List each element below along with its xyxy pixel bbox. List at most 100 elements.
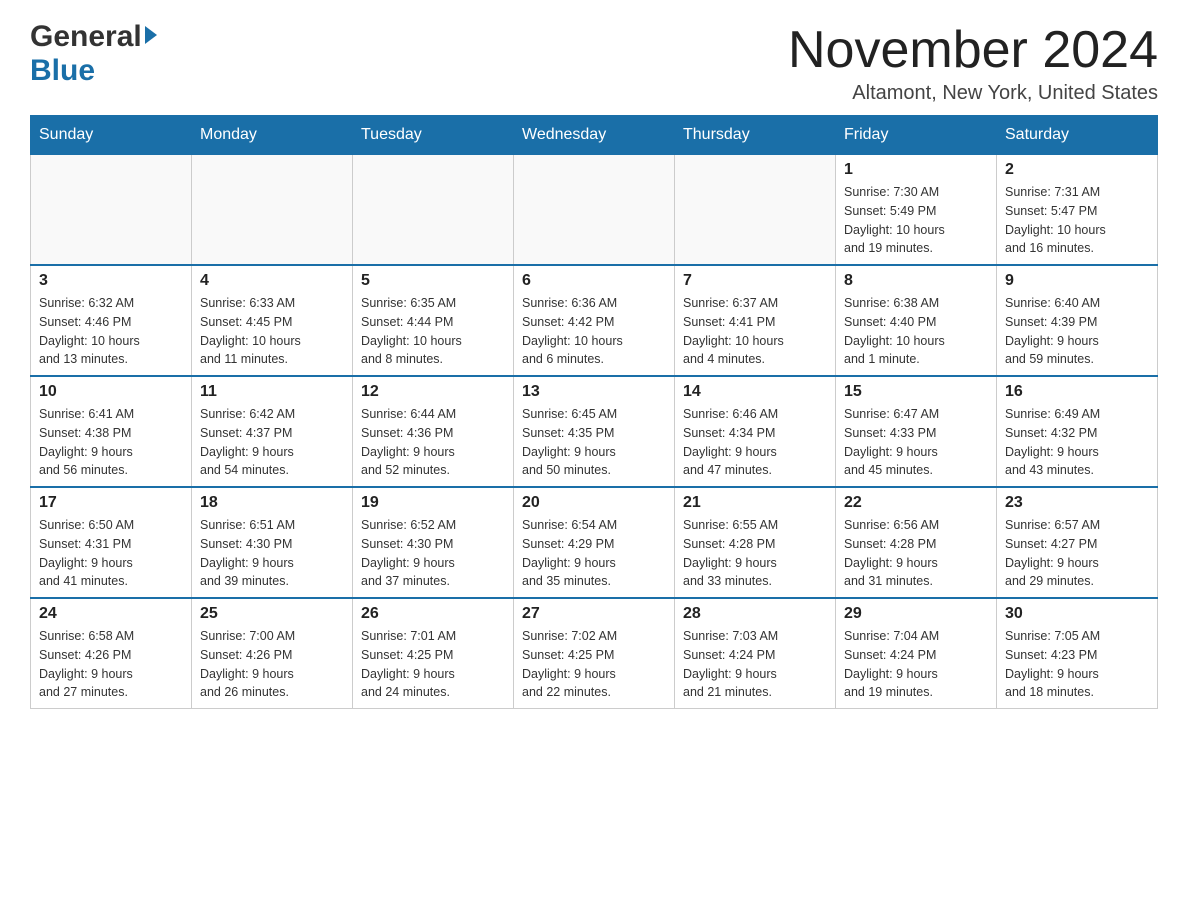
calendar-cell: 14 Sunrise: 6:46 AMSunset: 4:34 PMDayligh…: [675, 376, 836, 487]
day-number: 15: [844, 383, 988, 401]
calendar-body: 1 Sunrise: 7:30 AMSunset: 5:49 PMDaylight…: [31, 155, 1158, 709]
logo-blue-text: Blue: [30, 54, 95, 87]
calendar-cell: 6 Sunrise: 6:36 AMSunset: 4:42 PMDaylight…: [514, 265, 675, 376]
weekday-header-thursday: Thursday: [675, 116, 836, 155]
day-number: 10: [39, 383, 183, 401]
calendar-cell: 30Sunrise: 7:05 AMSunset: 4:23 PMDayligh…: [997, 598, 1158, 709]
day-number: 5: [361, 272, 505, 290]
day-number: 12: [361, 383, 505, 401]
logo: General Blue: [30, 20, 157, 88]
day-info: Sunrise: 7:03 AMSunset: 4:24 PMDaylight:…: [683, 627, 827, 702]
day-number: 19: [361, 494, 505, 512]
page-header: General Blue November 2024 Altamont, New…: [30, 20, 1158, 105]
calendar-cell: 1 Sunrise: 7:30 AMSunset: 5:49 PMDaylight…: [836, 155, 997, 266]
calendar-cell: 19 Sunrise: 6:52 AMSunset: 4:30 PMDayligh…: [353, 487, 514, 598]
day-number: 3: [39, 272, 183, 290]
weekday-header-wednesday: Wednesday: [514, 116, 675, 155]
calendar-cell: [675, 155, 836, 266]
calendar-cell: 8 Sunrise: 6:38 AMSunset: 4:40 PMDaylight…: [836, 265, 997, 376]
day-number: 25: [200, 605, 344, 623]
day-number: 1: [844, 161, 988, 179]
day-number: 11: [200, 383, 344, 401]
day-number: 6: [522, 272, 666, 290]
day-info: Sunrise: 6:51 AMSunset: 4:30 PMDaylight:…: [200, 516, 344, 591]
location: Altamont, New York, United States: [788, 82, 1158, 105]
weekday-header-friday: Friday: [836, 116, 997, 155]
day-number: 28: [683, 605, 827, 623]
day-number: 26: [361, 605, 505, 623]
day-info: Sunrise: 6:36 AMSunset: 4:42 PMDaylight:…: [522, 294, 666, 369]
day-number: 20: [522, 494, 666, 512]
day-info: Sunrise: 6:33 AMSunset: 4:45 PMDaylight:…: [200, 294, 344, 369]
weekday-header-saturday: Saturday: [997, 116, 1158, 155]
day-number: 13: [522, 383, 666, 401]
day-number: 24: [39, 605, 183, 623]
day-info: Sunrise: 6:58 AMSunset: 4:26 PMDaylight:…: [39, 627, 183, 702]
day-number: 30: [1005, 605, 1149, 623]
weekday-header-row: SundayMondayTuesdayWednesdayThursdayFrid…: [31, 116, 1158, 155]
day-info: Sunrise: 6:50 AMSunset: 4:31 PMDaylight:…: [39, 516, 183, 591]
day-number: 29: [844, 605, 988, 623]
calendar-cell: 2Sunrise: 7:31 AMSunset: 5:47 PMDaylight…: [997, 155, 1158, 266]
calendar-cell: 9 Sunrise: 6:40 AMSunset: 4:39 PMDaylight…: [997, 265, 1158, 376]
day-info: Sunrise: 6:44 AMSunset: 4:36 PMDaylight:…: [361, 405, 505, 480]
day-info: Sunrise: 6:49 AMSunset: 4:32 PMDaylight:…: [1005, 405, 1149, 480]
calendar-cell: 4 Sunrise: 6:33 AMSunset: 4:45 PMDaylight…: [192, 265, 353, 376]
calendar-cell: 25Sunrise: 7:00 AMSunset: 4:26 PMDayligh…: [192, 598, 353, 709]
calendar-cell: 17Sunrise: 6:50 AMSunset: 4:31 PMDayligh…: [31, 487, 192, 598]
day-info: Sunrise: 6:37 AMSunset: 4:41 PMDaylight:…: [683, 294, 827, 369]
calendar-cell: [192, 155, 353, 266]
day-number: 7: [683, 272, 827, 290]
calendar-cell: 10Sunrise: 6:41 AMSunset: 4:38 PMDayligh…: [31, 376, 192, 487]
calendar-header: SundayMondayTuesdayWednesdayThursdayFrid…: [31, 116, 1158, 155]
calendar-cell: 15 Sunrise: 6:47 AMSunset: 4:33 PMDayligh…: [836, 376, 997, 487]
day-number: 9: [1005, 272, 1149, 290]
calendar-cell: 22Sunrise: 6:56 AMSunset: 4:28 PMDayligh…: [836, 487, 997, 598]
calendar-week-row: 10Sunrise: 6:41 AMSunset: 4:38 PMDayligh…: [31, 376, 1158, 487]
calendar-table: SundayMondayTuesdayWednesdayThursdayFrid…: [30, 115, 1158, 709]
calendar-cell: [514, 155, 675, 266]
day-number: 16: [1005, 383, 1149, 401]
calendar-cell: 18Sunrise: 6:51 AMSunset: 4:30 PMDayligh…: [192, 487, 353, 598]
day-info: Sunrise: 6:47 AMSunset: 4:33 PMDaylight:…: [844, 405, 988, 480]
day-info: Sunrise: 6:45 AMSunset: 4:35 PMDaylight:…: [522, 405, 666, 480]
day-info: Sunrise: 6:32 AMSunset: 4:46 PMDaylight:…: [39, 294, 183, 369]
day-number: 8: [844, 272, 988, 290]
day-info: Sunrise: 7:02 AMSunset: 4:25 PMDaylight:…: [522, 627, 666, 702]
weekday-header-tuesday: Tuesday: [353, 116, 514, 155]
day-info: Sunrise: 6:40 AMSunset: 4:39 PMDaylight:…: [1005, 294, 1149, 369]
day-info: Sunrise: 6:42 AMSunset: 4:37 PMDaylight:…: [200, 405, 344, 480]
day-info: Sunrise: 7:31 AMSunset: 5:47 PMDaylight:…: [1005, 183, 1149, 258]
month-title: November 2024: [788, 20, 1158, 80]
calendar-cell: 23 Sunrise: 6:57 AMSunset: 4:27 PMDayligh…: [997, 487, 1158, 598]
day-info: Sunrise: 7:30 AMSunset: 5:49 PMDaylight:…: [844, 183, 988, 258]
calendar-cell: 7 Sunrise: 6:37 AMSunset: 4:41 PMDaylight…: [675, 265, 836, 376]
day-info: Sunrise: 6:38 AMSunset: 4:40 PMDaylight:…: [844, 294, 988, 369]
calendar-cell: 21 Sunrise: 6:55 AMSunset: 4:28 PMDayligh…: [675, 487, 836, 598]
logo-general-text: General: [30, 20, 142, 54]
day-number: 27: [522, 605, 666, 623]
calendar-cell: 12 Sunrise: 6:44 AMSunset: 4:36 PMDayligh…: [353, 376, 514, 487]
calendar-week-row: 24 Sunrise: 6:58 AMSunset: 4:26 PMDayligh…: [31, 598, 1158, 709]
calendar-cell: 27 Sunrise: 7:02 AMSunset: 4:25 PMDayligh…: [514, 598, 675, 709]
calendar-cell: 20Sunrise: 6:54 AMSunset: 4:29 PMDayligh…: [514, 487, 675, 598]
day-number: 22: [844, 494, 988, 512]
title-area: November 2024 Altamont, New York, United…: [788, 20, 1158, 105]
day-number: 14: [683, 383, 827, 401]
day-number: 4: [200, 272, 344, 290]
day-info: Sunrise: 6:55 AMSunset: 4:28 PMDaylight:…: [683, 516, 827, 591]
day-info: Sunrise: 6:52 AMSunset: 4:30 PMDaylight:…: [361, 516, 505, 591]
calendar-week-row: 1 Sunrise: 7:30 AMSunset: 5:49 PMDaylight…: [31, 155, 1158, 266]
day-info: Sunrise: 6:57 AMSunset: 4:27 PMDaylight:…: [1005, 516, 1149, 591]
calendar-week-row: 17Sunrise: 6:50 AMSunset: 4:31 PMDayligh…: [31, 487, 1158, 598]
calendar-week-row: 3 Sunrise: 6:32 AMSunset: 4:46 PMDaylight…: [31, 265, 1158, 376]
calendar-cell: 5Sunrise: 6:35 AMSunset: 4:44 PMDaylight…: [353, 265, 514, 376]
day-number: 23: [1005, 494, 1149, 512]
day-info: Sunrise: 7:01 AMSunset: 4:25 PMDaylight:…: [361, 627, 505, 702]
logo-arrow-icon: [145, 26, 157, 44]
day-number: 21: [683, 494, 827, 512]
day-info: Sunrise: 6:46 AMSunset: 4:34 PMDaylight:…: [683, 405, 827, 480]
calendar-cell: 13 Sunrise: 6:45 AMSunset: 4:35 PMDayligh…: [514, 376, 675, 487]
calendar-cell: 24 Sunrise: 6:58 AMSunset: 4:26 PMDayligh…: [31, 598, 192, 709]
weekday-header-monday: Monday: [192, 116, 353, 155]
